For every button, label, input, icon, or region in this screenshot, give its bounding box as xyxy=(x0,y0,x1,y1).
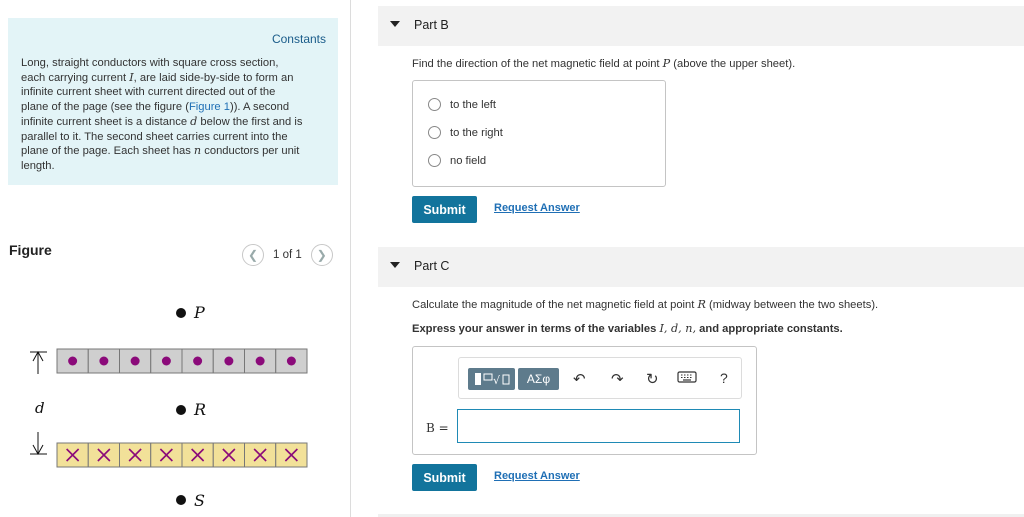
problem-statement: Long, straight conductors with square cr… xyxy=(21,56,331,174)
part-b-question: Find the direction of the net magnetic f… xyxy=(412,57,796,70)
figure-link[interactable]: Figure 1 xyxy=(189,101,230,113)
statement-line: plane of the page (see the figure (Figur… xyxy=(21,101,290,114)
point-r-dot xyxy=(176,405,186,415)
upper-current-sheet xyxy=(56,348,308,374)
pager-text: 1 of 1 xyxy=(273,249,302,261)
redo-icon[interactable]: ↷ xyxy=(611,370,624,388)
keyboard-icon[interactable] xyxy=(677,370,697,388)
radio-button[interactable] xyxy=(428,154,441,167)
radio-button[interactable] xyxy=(428,98,441,111)
part-c-submit-button[interactable]: Submit xyxy=(412,464,477,491)
variable-label: B = xyxy=(426,421,449,435)
point-r-label: R xyxy=(193,400,206,419)
statement-line: infinite current sheet with current dire… xyxy=(21,86,276,99)
option-no-field[interactable]: no field xyxy=(428,154,486,167)
part-b-request-answer-link[interactable]: Request Answer xyxy=(494,202,580,214)
part-c-request-answer-link[interactable]: Request Answer xyxy=(494,470,580,482)
constants-panel: Constants Long, straight conductors with… xyxy=(8,18,338,185)
part-b-title: Part B xyxy=(414,18,449,32)
constants-title: Constants xyxy=(271,32,326,46)
templates-icon[interactable]: √ xyxy=(468,368,515,390)
statement-line: infinite current sheet is a distance d b… xyxy=(21,114,303,128)
statement-line: Long, straight conductors with square cr… xyxy=(21,57,279,69)
current-out-dot xyxy=(99,356,109,366)
statement-line: each carrying current I, are laid side-b… xyxy=(21,70,294,84)
lower-current-sheet xyxy=(56,442,308,468)
radio-button[interactable] xyxy=(428,126,441,139)
answer-options: to the left to the right no field xyxy=(412,80,666,187)
current-out-dot xyxy=(255,356,265,366)
current-out-dot xyxy=(161,356,171,366)
point-s-dot xyxy=(176,495,186,505)
point-p-dot xyxy=(176,308,186,318)
answer-input[interactable] xyxy=(457,409,740,443)
option-left[interactable]: to the left xyxy=(428,98,496,111)
greek-letters-button[interactable]: ΑΣφ xyxy=(518,368,559,390)
collapse-triangle-icon[interactable] xyxy=(390,262,400,268)
statement-line: length. xyxy=(21,159,55,172)
part-c-title: Part C xyxy=(414,259,450,273)
help-button[interactable]: ? xyxy=(720,370,728,386)
current-out-dot xyxy=(193,356,203,366)
part-c-question: Calculate the magnitude of the net magne… xyxy=(412,298,879,311)
point-s-label: S xyxy=(194,491,205,510)
part-c-instruction: Express your answer in terms of the vari… xyxy=(412,322,843,335)
distance-indicator: d xyxy=(30,350,47,456)
collapse-triangle-icon[interactable] xyxy=(390,21,400,27)
current-out-dot xyxy=(224,356,234,366)
part-b-header[interactable]: Part B xyxy=(378,6,1024,46)
statement-line: plane of the page. Each sheet has n cond… xyxy=(21,144,300,158)
answer-editor: √ ΑΣφ ↶ ↷ ↻ ? B = xyxy=(412,346,757,455)
chevron-right-icon[interactable]: ❯ xyxy=(310,244,333,266)
point-p-label: P xyxy=(193,303,205,322)
chevron-left-icon[interactable]: ❮ xyxy=(242,244,264,266)
figure-heading: Figure xyxy=(9,242,52,258)
svg-text:√: √ xyxy=(493,374,501,387)
figure-diagram: P d R S xyxy=(30,303,308,510)
option-right[interactable]: to the right xyxy=(428,126,503,139)
reset-icon[interactable]: ↻ xyxy=(646,370,659,388)
figure-pager: ❮ 1 of 1 ❯ xyxy=(242,244,333,266)
distance-label: d xyxy=(35,399,45,417)
part-c-header[interactable]: Part C xyxy=(378,247,1024,287)
current-out-dot xyxy=(286,356,296,366)
part-b-submit-button[interactable]: Submit xyxy=(412,196,477,223)
current-out-dot xyxy=(130,356,140,366)
panel-divider xyxy=(350,0,351,517)
current-out-dot xyxy=(68,356,78,366)
math-toolbar: √ ΑΣφ ↶ ↷ ↻ ? xyxy=(458,357,742,399)
undo-icon[interactable]: ↶ xyxy=(573,370,586,388)
statement-line: parallel to it. The second sheet carries… xyxy=(21,130,288,143)
